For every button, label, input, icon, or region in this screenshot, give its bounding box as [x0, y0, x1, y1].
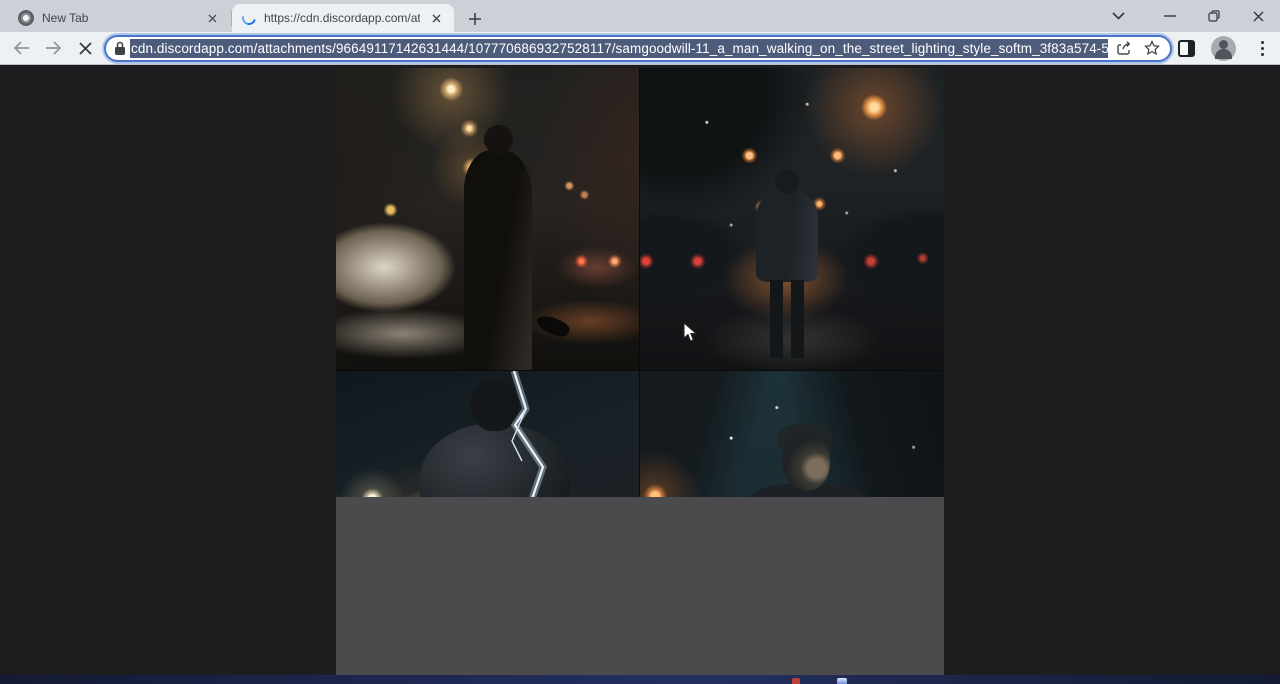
tab-title: https://cdn.discordapp.com/atta [264, 11, 420, 25]
address-bar[interactable]: cdn.discordapp.com/attachments/966491171… [104, 35, 1172, 62]
close-icon[interactable] [1236, 0, 1280, 32]
image-loading-placeholder [336, 497, 944, 676]
window-controls [1096, 0, 1280, 32]
page-content [0, 66, 1280, 675]
close-tab-icon[interactable] [204, 10, 220, 26]
windows-taskbar[interactable] [0, 675, 1280, 684]
url-text-selected[interactable]: cdn.discordapp.com/attachments/966491171… [130, 39, 1108, 58]
star-icon[interactable] [1140, 36, 1164, 60]
mouse-cursor [683, 322, 698, 343]
back-arrow-icon[interactable] [8, 35, 34, 61]
close-tab-icon[interactable] [428, 10, 444, 26]
chrome-globe-icon [18, 10, 34, 26]
restore-icon[interactable] [1192, 0, 1236, 32]
man-silhouette [756, 190, 818, 282]
tab-discord-cdn[interactable]: https://cdn.discordapp.com/atta [232, 4, 454, 32]
taskbar-app-icon[interactable] [837, 678, 847, 684]
tab-title: New Tab [42, 11, 196, 25]
tab-search-chevron-icon[interactable] [1096, 0, 1140, 32]
three-dot-menu-icon[interactable] [1252, 41, 1272, 56]
browser-toolbar: cdn.discordapp.com/attachments/966491171… [0, 32, 1280, 65]
share-icon[interactable] [1112, 36, 1136, 60]
lightning-bolt [336, 371, 639, 511]
side-panel-icon[interactable] [1178, 40, 1195, 57]
stop-loading-icon[interactable] [72, 35, 98, 61]
taskbar-app-icon[interactable] [792, 678, 800, 684]
avatar-icon[interactable] [1211, 36, 1236, 61]
generated-image-grid[interactable] [336, 68, 944, 676]
minimize-icon[interactable] [1148, 0, 1192, 32]
browser-window: New Tab https://cdn.discordapp.com/atta [0, 0, 1280, 684]
tab-strip: New Tab https://cdn.discordapp.com/atta [0, 0, 1280, 32]
lock-icon[interactable] [114, 41, 126, 56]
umbrella-shape [534, 312, 572, 340]
new-tab-button[interactable] [462, 6, 488, 32]
head-silhouette [782, 431, 830, 491]
loading-spinner-icon [239, 8, 258, 27]
forward-arrow-icon[interactable] [40, 35, 66, 61]
image-top-left-rainy-street [336, 68, 639, 370]
man-silhouette [464, 150, 532, 370]
tab-new-tab[interactable]: New Tab [8, 4, 230, 32]
